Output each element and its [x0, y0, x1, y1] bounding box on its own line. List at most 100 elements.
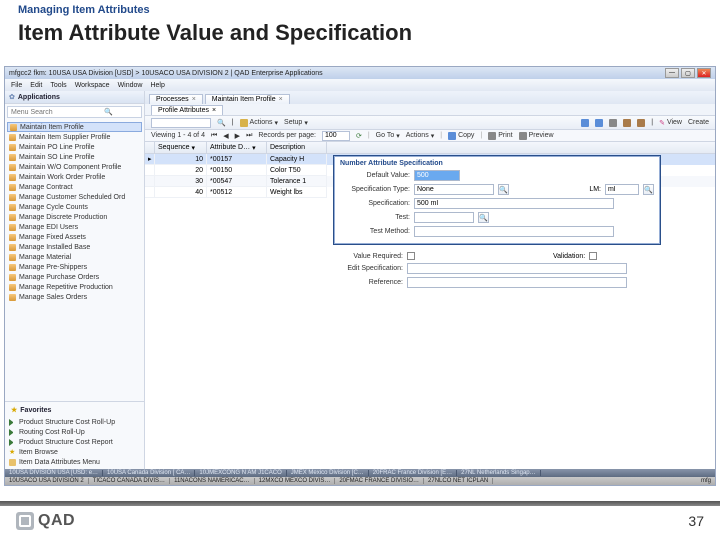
window-minimize-button[interactable]: — [665, 68, 679, 78]
lm-input[interactable] [605, 184, 639, 195]
nav-next-icon[interactable]: ▶ [235, 132, 240, 140]
refresh-icon[interactable]: ⟳ [356, 132, 362, 140]
tree-item[interactable]: Manage Cycle Counts [7, 202, 142, 212]
default-value-input[interactable] [414, 170, 460, 181]
specification-type-input[interactable] [414, 184, 494, 195]
tree-item[interactable]: Manage EDI Users [7, 222, 142, 232]
toolbar-search-input[interactable] [151, 118, 211, 128]
tree-item[interactable]: Maintain PO Line Profile [7, 142, 142, 152]
tree-item[interactable]: Manage Purchase Orders [7, 272, 142, 282]
favorite-item[interactable]: Routing Cost Roll-Up [7, 427, 142, 437]
print-button[interactable]: Print [488, 132, 512, 140]
goto-menu-button[interactable]: Go To▾ [376, 132, 400, 140]
favorite-item[interactable]: ★Item Browse [7, 447, 142, 457]
tree-item[interactable]: Manage Installed Base [7, 242, 142, 252]
tree-item-label: Maintain SO Line Profile [19, 154, 94, 161]
status-top-row: 10USA DIVISION USA [USD: e… 10USA Canada… [5, 469, 715, 477]
tree-item[interactable]: Maintain Item Supplier Profile [7, 132, 142, 142]
setup-menu-button[interactable]: Setup▾ [284, 119, 308, 127]
menu-search[interactable]: 🔍 [7, 106, 142, 118]
tree-item[interactable]: Maintain Item Profile [7, 122, 142, 132]
close-icon[interactable]: × [212, 107, 216, 114]
status-segment[interactable]: 10USA Canada Division [ CA… [103, 470, 195, 476]
menu-window[interactable]: Window [118, 82, 143, 89]
tree-item[interactable]: Manage Sales Orders [7, 292, 142, 302]
test-method-input[interactable] [414, 226, 614, 237]
favorite-item[interactable]: Item Data Attributes Menu [7, 457, 142, 467]
preview-button[interactable]: Preview [519, 132, 554, 140]
test-input[interactable] [414, 212, 474, 223]
grid-header-description[interactable]: Description [267, 142, 327, 153]
validation-checkbox[interactable] [589, 252, 597, 260]
menu-tools[interactable]: Tools [50, 82, 66, 89]
tree-item[interactable]: Manage Material [7, 252, 142, 262]
applications-pane-header[interactable]: ✿ Applications [5, 91, 144, 104]
tab-maintain-item-profile[interactable]: Maintain Item Profile× [205, 94, 290, 104]
close-icon[interactable]: × [192, 96, 196, 103]
tree-item[interactable]: Maintain W/O Component Profile [7, 162, 142, 172]
filter-icon[interactable]: ▾ [192, 144, 196, 152]
viewing-label: Viewing 1 - 4 of 4 [151, 132, 205, 139]
subtab-profile-attributes[interactable]: Profile Attributes× [151, 105, 223, 115]
grid-row-selector-header[interactable] [145, 142, 155, 153]
status-segment[interactable]: 20FMAC FRANCE DIVISIO… [335, 478, 424, 484]
favorite-item[interactable]: Product Structure Cost Roll-Up [7, 417, 142, 427]
tree-item[interactable]: Manage Repetitive Production [7, 282, 142, 292]
create-button[interactable]: Create [688, 119, 709, 126]
edit-specification-input[interactable] [407, 263, 627, 274]
status-segment[interactable]: 20FRAC France Division [E… [369, 470, 457, 476]
window-maximize-button[interactable]: ▢ [681, 68, 695, 78]
tree-item[interactable]: Manage Contract [7, 182, 142, 192]
view-button[interactable]: ✎View [659, 119, 682, 127]
search-icon[interactable]: 🔍 [104, 108, 113, 116]
menu-file[interactable]: File [11, 82, 22, 89]
status-segment[interactable]: 10USA DIVISION USA [USD: e… [5, 470, 103, 476]
nav-prev-icon[interactable]: ◀ [223, 132, 228, 140]
status-segment[interactable]: JMEX Mexico Division [C… [287, 470, 369, 476]
tree-item[interactable]: Manage Pre-Shippers [7, 262, 142, 272]
menu-edit[interactable]: Edit [30, 82, 42, 89]
status-segment[interactable]: 10JMEXCONG N AM J1CACO [195, 470, 286, 476]
tree-item[interactable]: Manage Fixed Assets [7, 232, 142, 242]
copy-button[interactable]: Copy [448, 132, 474, 140]
specification-input[interactable] [414, 198, 614, 209]
nav-last-icon[interactable]: ⏭ [246, 132, 252, 140]
lookup-icon[interactable]: 🔍 [478, 212, 489, 223]
tree-item[interactable]: Manage Discrete Production [7, 212, 142, 222]
row-actions-menu-button[interactable]: Actions▾ [406, 132, 434, 140]
tree-item[interactable]: Manage Customer Scheduled Ord [7, 192, 142, 202]
filter-icon[interactable]: ▾ [252, 144, 256, 152]
tree-item[interactable]: Maintain SO Line Profile [7, 152, 142, 162]
status-segment[interactable]: 11NACONS NAMERICAC… [170, 478, 255, 484]
rpp-input[interactable] [322, 131, 350, 141]
tool-icon[interactable] [623, 119, 631, 127]
close-icon[interactable]: × [279, 96, 283, 103]
value-required-checkbox[interactable] [407, 252, 415, 260]
menu-help[interactable]: Help [150, 82, 164, 89]
window-close-button[interactable]: ✕ [697, 68, 711, 78]
lookup-icon[interactable]: 🔍 [498, 184, 509, 195]
status-segment[interactable]: 27NL Netherlands Singap… [457, 470, 541, 476]
status-segment[interactable]: 10USACO USA DIVISION 2 [5, 478, 89, 484]
tool-icon[interactable] [581, 119, 589, 127]
tool-icon[interactable] [637, 119, 645, 127]
status-segment[interactable]: 27NLCO NET ICPLAN [424, 478, 493, 484]
tool-icon[interactable] [595, 119, 603, 127]
tool-icon[interactable] [609, 119, 617, 127]
menu-workspace[interactable]: Workspace [75, 82, 110, 89]
grid-header-attribute[interactable]: Attribute D…▾ [207, 142, 267, 153]
tab-processes[interactable]: Processes× [149, 94, 203, 104]
reference-input[interactable] [407, 277, 627, 288]
search-icon[interactable]: 🔍 [217, 119, 226, 127]
favorites-header[interactable]: ★ Favorites [7, 404, 142, 417]
status-segment[interactable]: TICACO CANADA DIVIS… [89, 478, 170, 484]
grid-header-sequence[interactable]: Sequence▾ [155, 142, 207, 153]
favorite-item[interactable]: Product Structure Cost Report [7, 437, 142, 447]
tree-item[interactable]: Maintain Work Order Profile [7, 172, 142, 182]
lookup-icon[interactable]: 🔍 [643, 184, 654, 195]
qad-logo: QAD [16, 512, 75, 530]
menu-search-input[interactable] [11, 109, 101, 116]
actions-menu-button[interactable]: Actions▾ [240, 119, 278, 127]
status-segment[interactable]: 12MXCO MEXCO DIVIS… [255, 478, 336, 484]
nav-first-icon[interactable]: ⏮ [211, 132, 217, 140]
